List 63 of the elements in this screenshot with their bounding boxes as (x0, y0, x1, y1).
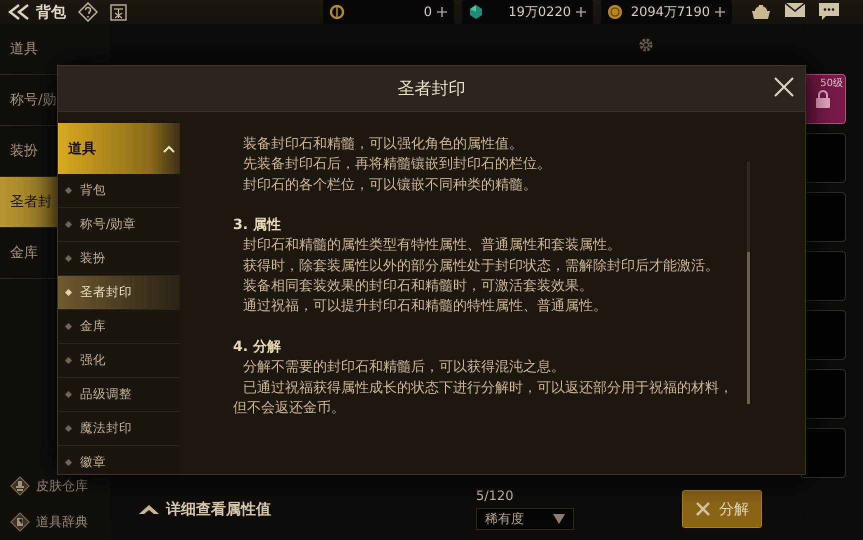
item-count: 5/120 (476, 488, 514, 504)
help-text: 获得时，除套装属性以外的部分属性处于封印状态，需解除封印后才能激活。 (242, 256, 720, 276)
close-icon (773, 76, 795, 98)
sort-dropdown[interactable]: 稀有度 (476, 508, 574, 530)
nav-item[interactable]: 圣者封印 (58, 276, 180, 310)
back-button[interactable]: 背包 (8, 2, 66, 22)
help-text: 通过祝福，可以提升封印石和精髓的特性属性、普通属性。 (242, 297, 608, 316)
plus-icon[interactable] (714, 6, 726, 18)
help-text: 分解不需要的封印石和精髓后，可以获得混沌之息。 (242, 358, 566, 378)
detail-link[interactable]: 详细查看属性值 (166, 500, 271, 518)
calendar-icon[interactable] (110, 3, 127, 21)
help-text: 已通过祝福获得属性成长的状态下进行分解时，可以返还部分用于祝福的材料，但不会返还金币。 (233, 378, 734, 418)
nav-item[interactable]: 称号/勋章 (58, 208, 180, 242)
mail-icon[interactable] (784, 2, 806, 18)
currency-amount: 19万0220 (508, 4, 571, 21)
nav-item[interactable]: 徽章 (58, 446, 180, 474)
back-arrow-icon (8, 3, 30, 21)
diamond-icon (65, 323, 72, 330)
help-text: 封印石的各个栏位，可以镶嵌不同种类的精髓。 (242, 176, 538, 195)
crossed-arrows-icon (695, 501, 711, 517)
nav-item[interactable]: 金库 (58, 310, 180, 344)
token-icon (329, 4, 345, 20)
currency-amount: 2094万7190 (630, 4, 710, 21)
plus-icon[interactable] (575, 6, 587, 18)
dropdown-arrow-icon (553, 514, 565, 524)
gem-icon (468, 4, 484, 20)
diamond-icon (65, 289, 72, 296)
chat-icon[interactable] (818, 2, 840, 22)
diamond-icon (65, 187, 72, 194)
sidebar-link[interactable]: 皮肤仓库 (36, 477, 88, 495)
section-heading: 4. 分解 (233, 338, 282, 357)
nav-item[interactable]: 背包 (58, 174, 180, 208)
diamond-icon (65, 255, 72, 262)
help-text: 封印石和精髓的属性类型有特性属性、普通属性和套装属性。 (242, 236, 622, 256)
diamond-icon (65, 459, 72, 466)
currency-amount: 0 (424, 4, 432, 20)
diamond-icon (65, 425, 72, 432)
level-label: 50级 (820, 77, 843, 90)
help-text: 先装备封印石后，再将精髓镶嵌到封印石的栏位。 (242, 155, 552, 174)
scrollbar-thumb[interactable] (747, 252, 750, 404)
book-icon[interactable] (10, 512, 30, 532)
gear-icon[interactable] (637, 36, 655, 54)
lock-icon (814, 89, 832, 109)
nav-item[interactable]: 魔法封印 (58, 412, 180, 446)
plus-icon[interactable] (436, 6, 448, 18)
sidebar-link[interactable]: 道具辞典 (36, 513, 88, 531)
nav-item[interactable]: 强化 (58, 344, 180, 378)
section-heading: 3. 属性 (233, 216, 282, 236)
help-text: 装备相同套装效果的封印石和精髓时，可激活套装效果。 (242, 277, 594, 296)
nav-item[interactable]: 品级调整 (58, 378, 180, 412)
pot-icon[interactable] (750, 2, 772, 20)
diamond-icon (65, 221, 72, 228)
help-text: 装备封印石和精髓，可以强化角色的属性值。 (242, 135, 524, 154)
dialog-title: 圣者封印 (398, 78, 466, 100)
category-header[interactable]: 道具 (58, 123, 180, 174)
chevron-up-icon[interactable] (138, 503, 160, 515)
diamond-icon (65, 357, 72, 364)
coin-icon (607, 4, 623, 20)
diamond-icon (65, 391, 72, 398)
nav-item[interactable]: 装扮 (58, 242, 180, 276)
help-icon[interactable] (78, 2, 98, 22)
brush-icon[interactable] (10, 476, 30, 496)
decompose-button[interactable]: 分解 (682, 490, 762, 528)
